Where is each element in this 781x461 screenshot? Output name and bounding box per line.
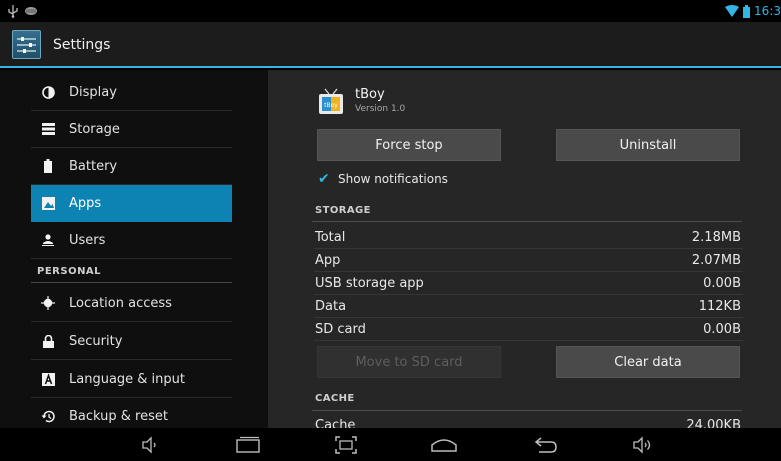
cache-row: Cache 24.00KB bbox=[314, 415, 743, 428]
status-bar: 16:3 bbox=[0, 0, 781, 22]
status-time: 16:3 bbox=[754, 4, 781, 18]
app-name: tBoy bbox=[355, 87, 385, 102]
home-icon[interactable] bbox=[428, 434, 460, 456]
wifi-icon bbox=[725, 5, 740, 17]
sidebar-item-security[interactable]: Security bbox=[31, 323, 232, 360]
section-divider bbox=[312, 221, 742, 222]
show-notifications-label: Show notifications bbox=[338, 172, 448, 186]
section-header-storage: STORAGE bbox=[315, 205, 371, 216]
volume-down-icon[interactable] bbox=[138, 434, 162, 456]
location-icon bbox=[41, 296, 55, 310]
lock-icon bbox=[41, 334, 55, 348]
sidebar-item-battery[interactable]: Battery bbox=[31, 148, 232, 185]
language-icon bbox=[41, 372, 55, 386]
storage-row-total: Total 2.18MB bbox=[314, 227, 743, 249]
action-bar: Settings bbox=[0, 22, 781, 68]
sidebar-item-language-input[interactable]: Language & input bbox=[31, 361, 232, 398]
sidebar-item-label: Battery bbox=[69, 158, 118, 174]
storage-row-usb: USB storage app 0.00B bbox=[314, 273, 743, 295]
notification-icon bbox=[25, 7, 37, 15]
apps-icon bbox=[41, 197, 55, 211]
action-bar-title: Settings bbox=[53, 37, 111, 53]
storage-icon bbox=[41, 122, 55, 136]
status-bar-left bbox=[8, 3, 38, 19]
settings-sidebar: Display Storage Battery Apps Users PERSO… bbox=[0, 70, 268, 435]
sidebar-item-label: Storage bbox=[69, 121, 120, 137]
storage-row-data: Data 112KB bbox=[314, 296, 743, 318]
storage-row-app: App 2.07MB bbox=[314, 250, 743, 272]
status-bar-right: 16:3 bbox=[725, 2, 781, 20]
battery-icon bbox=[743, 4, 751, 18]
sidebar-item-label: Language & input bbox=[69, 371, 185, 387]
section-header-personal: PERSONAL bbox=[37, 266, 102, 277]
usb-icon bbox=[8, 4, 18, 18]
sidebar-item-label: Backup & reset bbox=[69, 408, 168, 424]
svg-text:tBoy: tBoy bbox=[324, 102, 338, 109]
show-notifications-row[interactable]: ✔ Show notifications bbox=[318, 172, 448, 186]
volume-up-icon[interactable] bbox=[630, 434, 656, 456]
tboy-app-icon: tBoy bbox=[316, 88, 346, 116]
navigation-bar bbox=[0, 428, 781, 461]
sidebar-item-label: Users bbox=[69, 232, 106, 248]
backup-icon bbox=[41, 409, 55, 423]
app-version: Version 1.0 bbox=[355, 104, 406, 114]
sidebar-item-users[interactable]: Users bbox=[31, 222, 232, 259]
section-divider bbox=[31, 282, 232, 283]
clear-data-button[interactable]: Clear data bbox=[556, 346, 740, 378]
sidebar-item-location-access[interactable]: Location access bbox=[31, 285, 232, 322]
recent-apps-icon[interactable] bbox=[233, 434, 263, 456]
section-divider bbox=[312, 410, 742, 411]
storage-row-sd-card: SD card 0.00B bbox=[314, 319, 743, 341]
users-icon bbox=[41, 233, 55, 247]
checkbox-checked-icon[interactable]: ✔ bbox=[318, 172, 332, 186]
back-icon[interactable] bbox=[531, 434, 561, 456]
sidebar-item-label: Location access bbox=[69, 295, 172, 311]
app-info-panel: tBoy tBoy Version 1.0 Force stop Uninsta… bbox=[268, 70, 781, 428]
battery-icon bbox=[41, 159, 55, 173]
screenshot-icon[interactable] bbox=[332, 434, 360, 456]
sidebar-item-label: Display bbox=[69, 84, 117, 100]
force-stop-button[interactable]: Force stop bbox=[317, 129, 501, 161]
settings-app-icon[interactable] bbox=[12, 30, 41, 59]
sidebar-item-apps[interactable]: Apps bbox=[31, 185, 232, 222]
move-to-sd-card-button: Move to SD card bbox=[317, 346, 501, 378]
uninstall-button[interactable]: Uninstall bbox=[556, 129, 740, 161]
section-header-cache: CACHE bbox=[315, 393, 355, 404]
sidebar-item-storage[interactable]: Storage bbox=[31, 111, 232, 148]
sidebar-item-label: Apps bbox=[69, 196, 102, 211]
sidebar-item-display[interactable]: Display bbox=[31, 74, 232, 111]
display-icon bbox=[41, 85, 55, 99]
sidebar-item-label: Security bbox=[69, 333, 123, 349]
main-area: Display Storage Battery Apps Users PERSO… bbox=[0, 70, 781, 435]
